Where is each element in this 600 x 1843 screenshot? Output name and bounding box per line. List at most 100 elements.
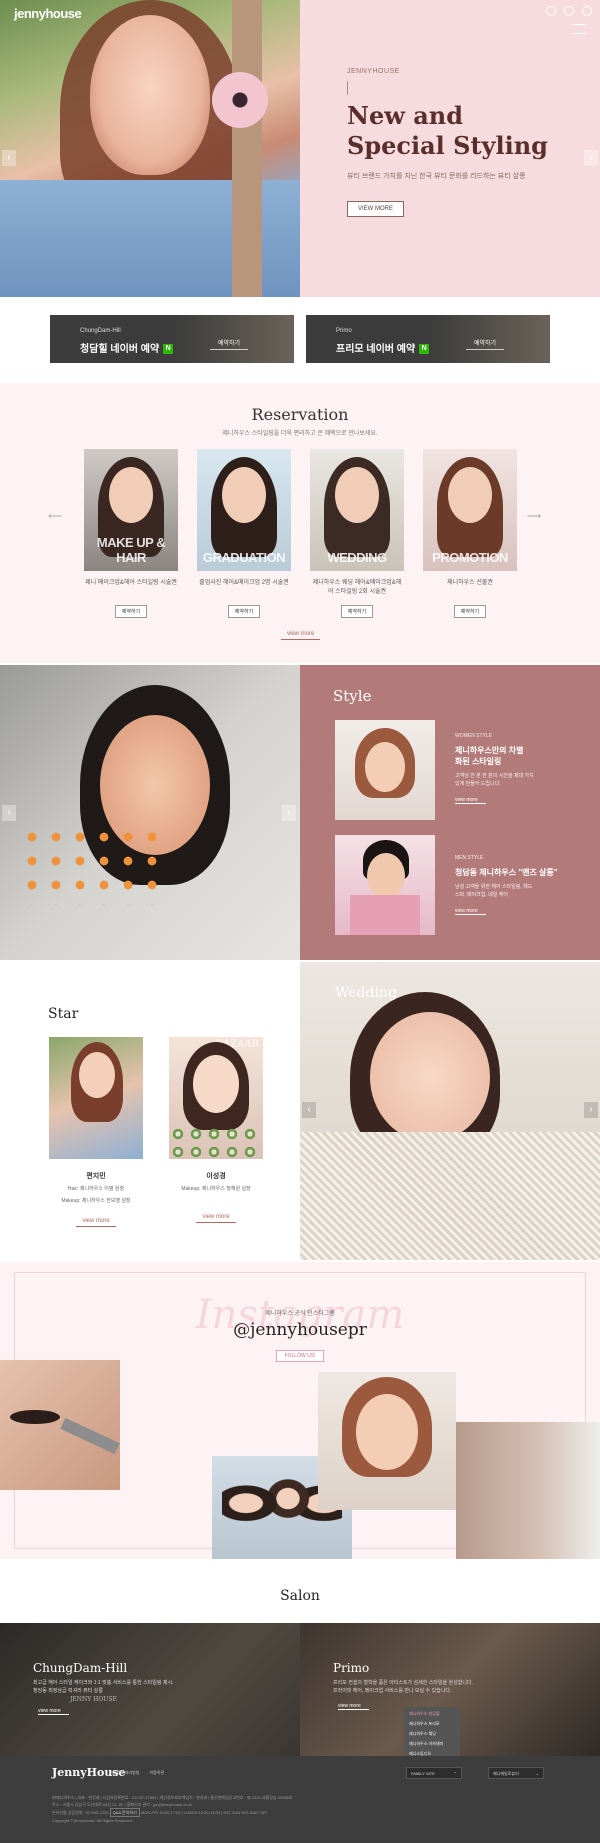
family-site-option[interactable]: 제니하우스 청담힐 [409,1709,455,1719]
booking-primo-button[interactable]: Primo 프리모 네이버 예약 N 예약하기 [306,315,550,363]
star-view-more-link[interactable]: view more [76,1218,116,1227]
booking-chungdam-button[interactable]: ChungDam-Hill 청담힐 네이버 예약 N 예약하기 [50,315,294,363]
star-view-more-link[interactable]: view more [196,1214,236,1223]
terms-link[interactable]: 이용약관 [149,1770,164,1776]
brand-select[interactable]: 제니헤일로뷰티 ⌄ [488,1767,544,1779]
instagram-handle: @jennyhousepr [233,1320,367,1340]
reservation-next-arrow-icon[interactable]: ⟶ [527,511,541,522]
reservation-view-more-link[interactable]: view more [281,631,321,640]
style-next-arrow[interactable]: › [282,805,296,821]
style-women-image[interactable] [335,720,435,820]
booking-label-text: 청담힐 네이버 예약 [80,344,160,355]
salon-view-more-link[interactable]: view more [38,1708,69,1715]
kakao-icon[interactable] [582,6,592,16]
style-men-image[interactable] [335,835,435,935]
style-title: Style [333,687,372,705]
card-image: GRADUATION [197,449,291,571]
instagram-photo-3[interactable] [318,1372,456,1510]
style-men-desc: 남성 고객을 위한 헤어 스타일링, 헤드 스파, 메이크업, 네일 케어 [455,884,533,898]
reserve-button[interactable]: 예약하기 [454,605,486,618]
company-info-2: 주소 : 서울시 강남구 도산대로 68길 21, 6F | 홈페이지 관리 :… [52,1802,192,1807]
star-title: Star [48,1006,79,1022]
reserve-button[interactable]: 예약하기 [228,605,260,618]
sns-icons [546,6,592,16]
instagram-section: Instagram 제니하우스 공식 인스타그램 @jennyhousepr F… [0,1262,600,1559]
instagram-photo-1[interactable] [0,1360,120,1490]
star-card[interactable]: 편지민 Hair: 제니하우스 이병 원장 Makeup: 제니하우스 한보영 … [49,1037,143,1227]
wedding-section[interactable]: Wedding ‹ › [300,962,600,1260]
booking-branch: ChungDam-Hill [80,328,121,334]
naver-icon: N [419,344,430,355]
youtube-icon[interactable] [564,6,574,16]
salon-name: ChungDam-Hill [33,1661,128,1675]
family-site-dropdown-list: 제니하우스 청담힐 제니하우스 프리모 제니하우스 웨딩 제니하우스 아카데미 … [404,1707,460,1761]
booking-go: 예약하기 [466,338,505,350]
follow-us-button[interactable]: FOLLOW US! [276,1350,324,1362]
hamburger-menu-icon[interactable] [572,24,586,34]
instagram-photo-4[interactable] [456,1422,600,1559]
hero-brand: JENNYHOUSE [347,68,400,75]
hero-prev-arrow[interactable]: ‹ [2,150,16,166]
salon-view-more-link[interactable]: view more [338,1703,369,1710]
card-image: PROMOTION [423,449,517,571]
star-image [49,1037,143,1159]
family-site-option[interactable]: 제니하우스 웨딩 [409,1729,455,1739]
hero-flower [212,72,268,128]
family-site-option[interactable]: 제니하우스 아카데미 [409,1739,455,1749]
family-site-select[interactable]: FAMILY SITE ⌃ [406,1767,462,1779]
hero-text: JENNYHOUSE New and Special Styling 뷰티 브랜… [347,68,548,217]
style-women-view-more-link[interactable]: view more [455,797,486,804]
hero-title-1: New and [347,101,464,130]
style-panel: Style WOMEN STYLE 제니하우스만의 차별화된 스타일링 고객님 … [300,665,600,960]
family-site-label: FAMILY SITE [411,1771,435,1776]
card-image: WEDDING [310,449,404,571]
style-women-face [365,742,405,792]
card-face [448,467,492,523]
booking-label: 프리모 네이버 예약 N [336,340,430,355]
reservation-card[interactable]: PROMOTION 제니하우스 선불권 예약하기 [423,449,517,618]
reservation-card[interactable]: WEDDING 제니하우스 웨딩 헤어&메이크업&헤어 스타일링 2회 시술권 … [310,449,404,618]
wedding-prev-arrow[interactable]: ‹ [302,1102,316,1118]
chevron-down-icon: ⌄ [535,1771,539,1776]
reservation-card[interactable]: GRADUATION 졸업사진 헤어&메이크업 2명 시술권 예약하기 [197,449,291,618]
style-men-jacket [350,895,420,935]
brand-select-label: 제니헤일로뷰티 [493,1771,519,1776]
style-men-view-more-link[interactable]: view more [455,908,486,915]
family-site-option[interactable]: 제니하우스 프리모 [409,1719,455,1729]
star-face [79,1052,115,1098]
booking-go: 예약하기 [210,338,249,350]
privacy-policy-link[interactable]: 개인정보처리방침 [110,1770,139,1776]
style-women-tag: WOMEN STYLE [455,733,492,739]
reservation-card[interactable]: MAKE UP & HAIR 제니 메이크업&헤어 스타일링 시술권 예약하기 [84,449,178,618]
reserve-button[interactable]: 예약하기 [115,605,147,618]
style-men-face [367,853,405,899]
card-caption: WEDDING [327,550,387,565]
chevron-up-icon: ⌃ [453,1771,457,1776]
style-women-title: 제니하우스만의 차별화된 스타일링 [455,746,524,766]
salon-chungdam-card[interactable]: ChungDam-Hill 최고급 헤어 스타일 케이크와 1:1 맞춤 서비스… [0,1623,300,1756]
salon-desc: 최고급 헤어 스타일 케이크와 1:1 맞춤 서비스를 통한 스타일링 제시. 청… [33,1679,173,1695]
star-card[interactable]: BAZAAR 이성경 Makeup: 제니하우스 정혜원 실장 view mor… [169,1037,263,1223]
hero-next-arrow[interactable]: › [584,150,598,166]
site-logo[interactable]: jennyhouse [14,6,82,21]
reservation-prev-arrow-icon[interactable]: ⟵ [48,511,62,522]
wedding-next-arrow[interactable]: › [584,1102,598,1118]
style-photo [0,665,300,960]
page: jennyhouse ‹ › JENNYHOUSE New and Specia… [0,0,600,1843]
instagram-sub: 제니하우스 공식 인스타그램 [265,1311,335,1317]
reserve-button[interactable]: 예약하기 [341,605,373,618]
salon-desc-1: 최고급 헤어 스타일 케이크와 1:1 맞춤 서비스를 통한 스타일링 제시. [33,1680,174,1686]
salon-name: Primo [333,1661,370,1675]
qna-button[interactable]: Q&A 문의하기 [109,1808,140,1817]
hero-view-more-button[interactable]: VIEW MORE [347,201,405,217]
wedding-veil [300,1132,600,1260]
star-name: 편지민 [86,1173,106,1180]
booking-branch: Primo [336,328,352,334]
star-image: BAZAAR [169,1037,263,1159]
star-desc: Makeup: 제니하우스 한보영 원장 [61,1198,131,1204]
instagram-icon[interactable] [546,6,556,16]
style-prev-arrow[interactable]: ‹ [2,805,16,821]
card-face [109,467,153,523]
insta-face [356,1394,418,1470]
card-caption: GRADUATION [202,550,286,565]
